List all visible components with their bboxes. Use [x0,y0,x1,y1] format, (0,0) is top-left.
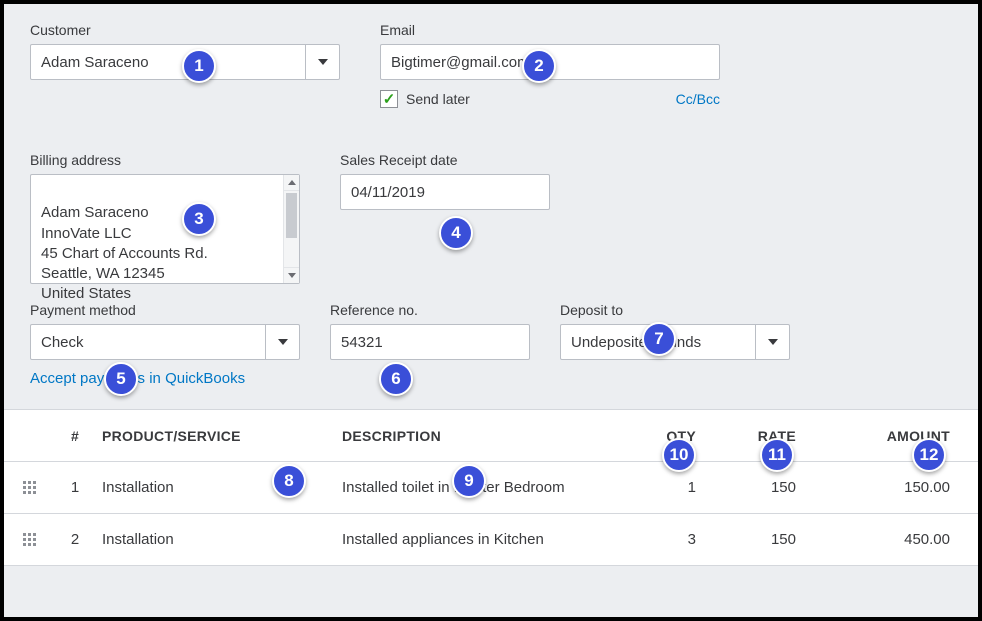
chevron-down-icon[interactable] [265,325,299,359]
sales-receipt-form: Customer Adam Saraceno Email Bigtimer@gm… [0,0,982,621]
cell-qty[interactable]: 3 [616,531,706,548]
cell-description[interactable]: Installed toilet in Master Bedroom [336,479,616,496]
send-later-checkbox[interactable]: ✓ [380,90,398,108]
customer-select[interactable]: Adam Saraceno [30,44,340,80]
col-header-qty: QTY [616,428,706,444]
receipt-date-input[interactable]: 04/11/2019 [340,174,550,210]
billing-address-textarea[interactable]: Adam Saraceno InnoVate LLC 45 Chart of A… [30,174,300,284]
deposit-to-label: Deposit to [560,302,790,318]
send-later-label: Send later [406,91,470,107]
billing-address-value: Adam Saraceno InnoVate LLC 45 Chart of A… [41,204,208,302]
chevron-down-icon[interactable] [755,325,789,359]
cell-rate[interactable]: 150 [706,531,806,548]
cell-num: 1 [54,479,96,496]
scrollbar[interactable] [283,175,299,283]
chevron-down-icon[interactable] [305,45,339,79]
col-header-num: # [54,428,96,444]
customer-label: Customer [30,22,340,38]
cc-bcc-link[interactable]: Cc/Bcc [676,91,720,107]
reference-no-label: Reference no. [330,302,530,318]
scroll-thumb[interactable] [286,193,297,238]
receipt-date-label: Sales Receipt date [340,152,550,168]
deposit-to-value: Undeposited Funds [561,325,755,359]
line-items-table: # PRODUCT/SERVICE DESCRIPTION QTY RATE A… [4,409,978,566]
cell-num: 2 [54,531,96,548]
reference-no-input[interactable]: 54321 [330,324,530,360]
col-header-product: PRODUCT/SERVICE [96,428,336,444]
table-row[interactable]: 1 Installation Installed toilet in Maste… [4,462,978,514]
deposit-to-select[interactable]: Undeposited Funds [560,324,790,360]
billing-address-label: Billing address [30,152,300,168]
customer-value: Adam Saraceno [31,45,305,79]
accept-payments-link[interactable]: Accept payments in QuickBooks [30,370,300,387]
cell-amount[interactable]: 150.00 [806,479,978,496]
cell-amount[interactable]: 450.00 [806,531,978,548]
check-icon: ✓ [383,92,396,107]
email-label: Email [380,22,720,38]
table-row[interactable]: 2 Installation Installed appliances in K… [4,514,978,566]
scroll-up-icon[interactable] [284,175,299,191]
cell-qty[interactable]: 1 [616,479,706,496]
drag-handle-icon[interactable] [23,533,36,546]
email-input[interactable]: Bigtimer@gmail.com [380,44,720,80]
payment-method-select[interactable]: Check [30,324,300,360]
col-header-rate: RATE [706,428,806,444]
scroll-down-icon[interactable] [284,267,299,283]
cell-product[interactable]: Installation [96,531,336,548]
cell-description[interactable]: Installed appliances in Kitchen [336,531,616,548]
cell-rate[interactable]: 150 [706,479,806,496]
table-header-row: # PRODUCT/SERVICE DESCRIPTION QTY RATE A… [4,410,978,462]
cell-product[interactable]: Installation [96,479,336,496]
payment-method-value: Check [31,325,265,359]
col-header-amount: AMOUNT [806,428,978,444]
col-header-description: DESCRIPTION [336,428,616,444]
drag-handle-icon[interactable] [23,481,36,494]
